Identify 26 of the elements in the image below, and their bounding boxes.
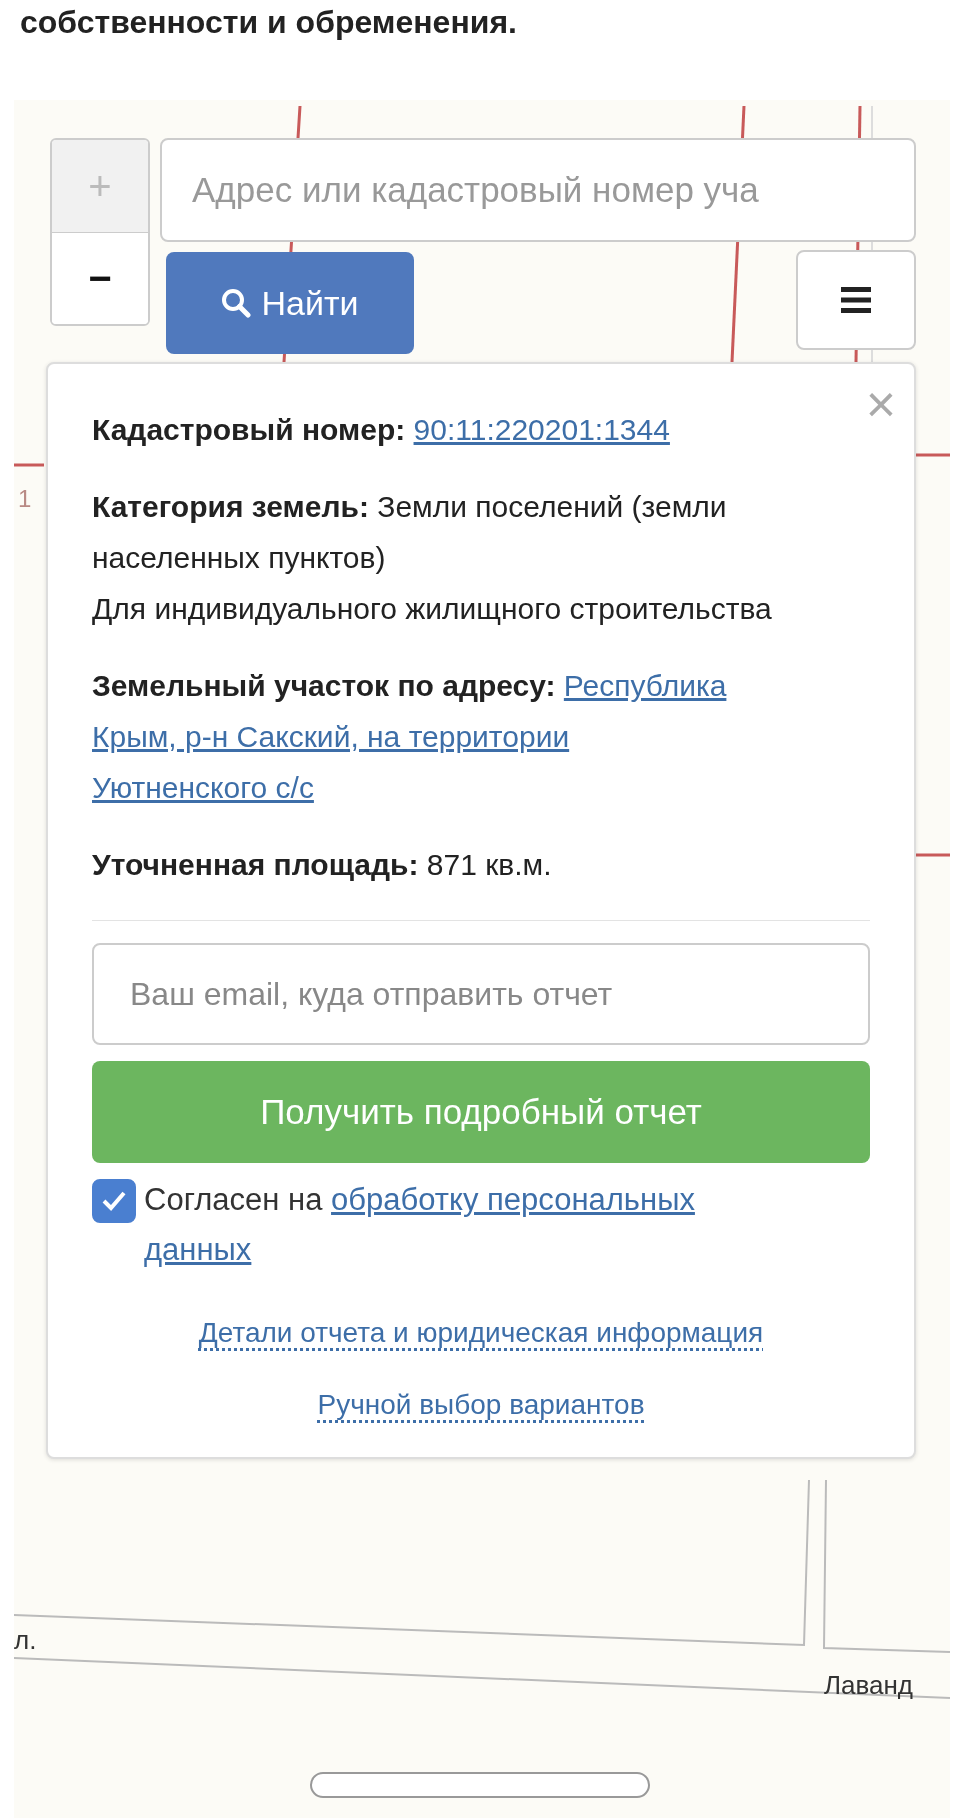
info-text: Кадастровый номер: 90:11:220201:1344: [92, 412, 671, 448]
map-label: л.: [14, 1625, 37, 1656]
email-field[interactable]: Ваш email, куда отправить отчет: [92, 943, 870, 1045]
address-link[interactable]: Уютненского с/с: [92, 771, 314, 804]
zoom-out-button[interactable]: −: [52, 232, 148, 324]
search-icon: [221, 288, 252, 318]
info-link[interactable]: Детали отчета и юридическая информация: [198, 1315, 764, 1351]
info-text: Категория земель: Земли поселений (земли населенных пунктов): [92, 489, 728, 576]
privacy-link[interactable]: данных: [144, 1232, 252, 1267]
info-note: Для индивидуального жилищного строительства: [92, 591, 773, 627]
privacy-link[interactable]: обработку персональных: [331, 1182, 695, 1217]
menu-icon: [841, 285, 871, 315]
menu-button[interactable]: [796, 250, 916, 350]
address-link[interactable]: Крым, р-н Сакский, на территории: [92, 720, 570, 753]
info-text: Земельный участок по адресу: Республика Крым, р-н Сакский, на территории Уютненского с/с: [92, 668, 728, 806]
search-field[interactable]: Адрес или кадастровый номер уча: [160, 138, 916, 242]
article-heading: собственности и обременения.: [19, 3, 518, 42]
find-button[interactable]: Найти: [166, 252, 414, 354]
map-label: 1: [18, 485, 32, 513]
consent-checkbox[interactable]: [92, 1179, 136, 1223]
consent-text: Согласен на обработку персональных данных: [144, 1181, 695, 1269]
address-link[interactable]: 90:11:220201:1344: [413, 413, 670, 446]
map-label: Лаванд: [824, 1670, 914, 1701]
address-link[interactable]: Республика: [563, 669, 727, 702]
info-link[interactable]: Ручной выбор вариантов: [317, 1387, 645, 1423]
info-text: Уточненная площадь: 871 кв.м.: [92, 847, 553, 883]
